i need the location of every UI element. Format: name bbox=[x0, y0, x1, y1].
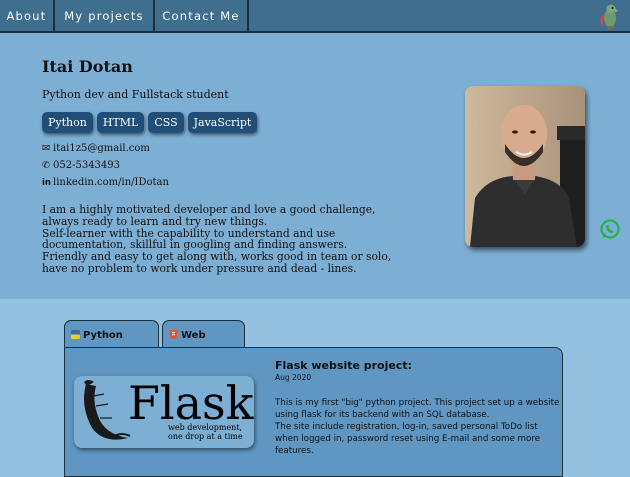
tab-python-projects[interactable]: Python projects bbox=[64, 320, 159, 371]
contact-linkedin[interactable]: in linkedin.com/in/IDotan bbox=[42, 177, 169, 188]
description-line: using flask for its backend with an SQL … bbox=[275, 410, 490, 420]
linkedin-icon: in bbox=[42, 178, 51, 188]
description-line: when logged in, password reset using E-m… bbox=[275, 434, 541, 444]
skill-python: Python bbox=[42, 112, 93, 133]
flask-tagline-line: web development, bbox=[168, 423, 243, 432]
phone-icon: ✆ bbox=[42, 160, 50, 171]
skill-javascript: JavaScript bbox=[187, 112, 258, 133]
whatsapp-icon[interactable] bbox=[599, 218, 621, 240]
python-icon bbox=[71, 322, 80, 339]
bio-line: always ready to learn and try new things… bbox=[42, 214, 268, 228]
skill-css: CSS bbox=[148, 112, 184, 133]
email-text: itai1z5@gmail.com bbox=[53, 143, 150, 154]
phone-text: 052-5343493 bbox=[53, 160, 121, 171]
nav-about[interactable]: About bbox=[0, 0, 55, 33]
parrot-logo-icon[interactable] bbox=[598, 3, 620, 30]
project-title: Flask website project: bbox=[275, 359, 413, 372]
flask-logo[interactable]: Flask web development, one drop at a tim… bbox=[74, 376, 254, 448]
project-date: Aug 2020 bbox=[275, 373, 312, 382]
project-description: This is my first "big" python project. T… bbox=[275, 397, 560, 457]
tab-web-projects[interactable]: Web projects bbox=[162, 320, 245, 371]
contact-email[interactable]: ✉ itai1z5@gmail.com bbox=[42, 143, 150, 154]
envelope-icon: ✉ bbox=[42, 143, 50, 154]
flask-tagline: web development, one drop at a time bbox=[168, 423, 243, 441]
contact-phone[interactable]: ✆ 052-5343493 bbox=[42, 160, 120, 171]
flask-tagline-line: one drop at a time bbox=[168, 432, 243, 441]
flask-horn-icon bbox=[84, 380, 131, 440]
flask-wordmark: Flask bbox=[128, 376, 254, 430]
profile-name: Itai Dotan bbox=[42, 57, 133, 76]
description-line: The site include registration, log-in, s… bbox=[275, 422, 538, 432]
nav-my-projects[interactable]: My projects bbox=[55, 0, 155, 33]
top-nav: About My projects Contact Me bbox=[0, 0, 630, 33]
bio-line: have no problem to work under pressure a… bbox=[42, 261, 357, 275]
nav-contact-me[interactable]: Contact Me bbox=[155, 0, 249, 33]
skill-html: HTML bbox=[96, 112, 145, 133]
html5-icon bbox=[169, 322, 178, 339]
profile-subtitle: Python dev and Fullstack student bbox=[42, 88, 229, 101]
profile-photo bbox=[465, 86, 585, 247]
skill-badges: Python HTML CSS JavaScript bbox=[42, 111, 261, 133]
bio-paragraph: I am a highly motivated developer and lo… bbox=[42, 204, 391, 275]
linkedin-text: linkedin.com/in/IDotan bbox=[53, 177, 169, 188]
description-line: features. bbox=[275, 446, 314, 456]
description-line: This is my first "big" python project. T… bbox=[275, 398, 560, 408]
